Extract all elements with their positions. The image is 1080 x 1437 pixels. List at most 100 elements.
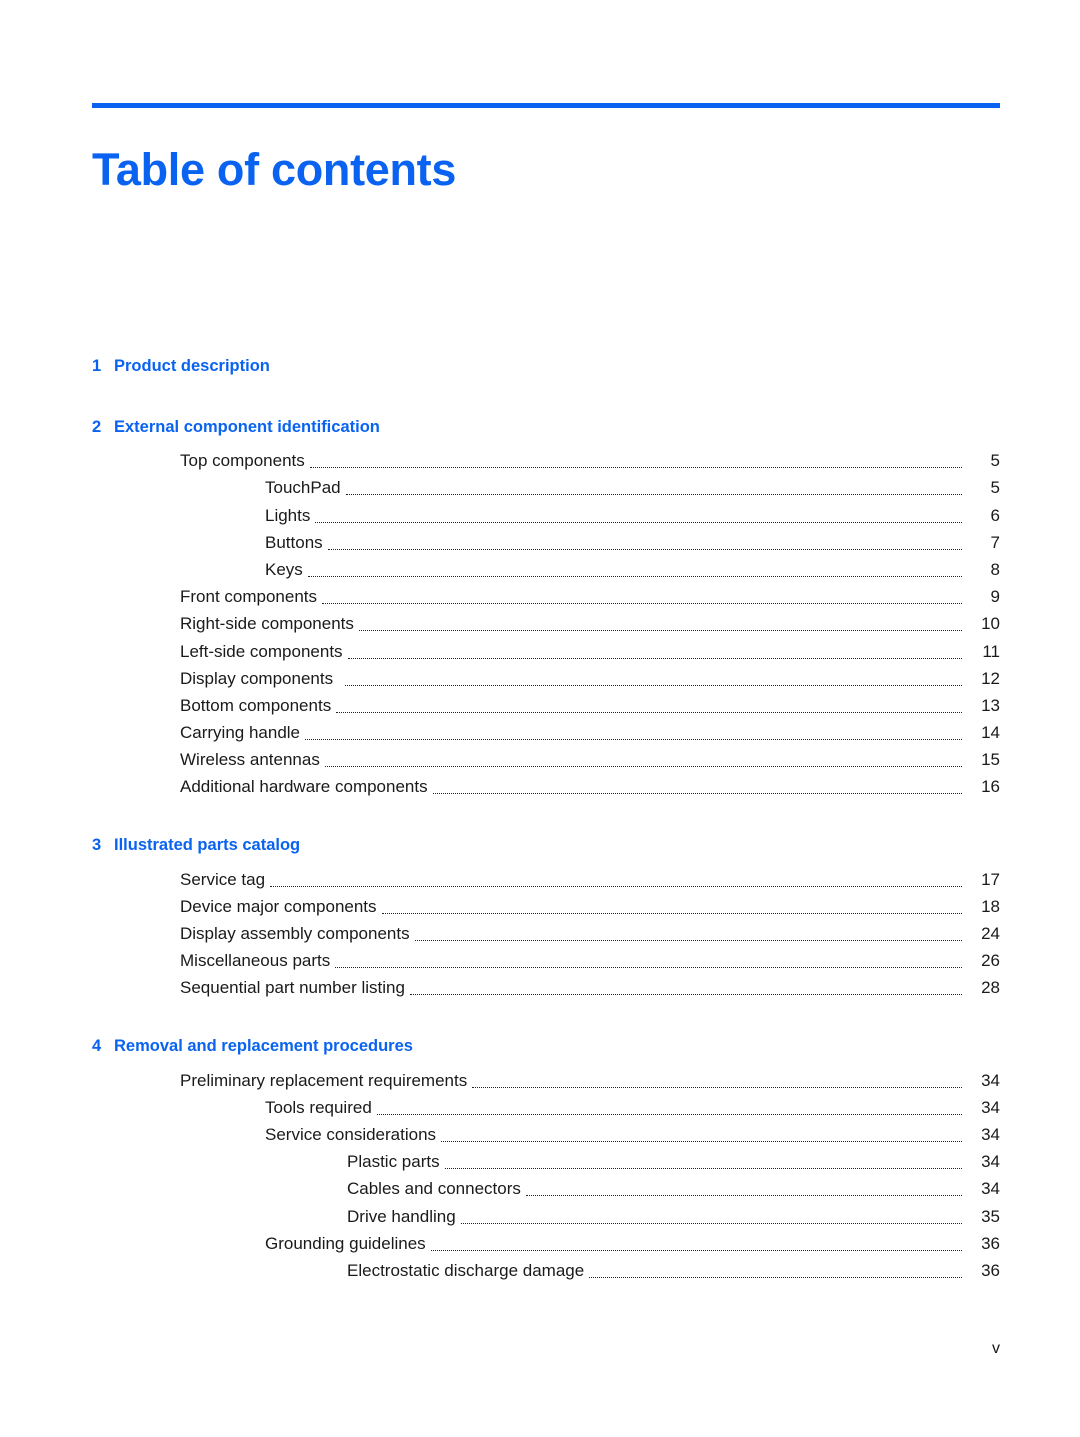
toc-chapter-heading[interactable]: 1 Product description [92, 352, 1000, 380]
toc-entry-label: Service tag [180, 869, 266, 889]
toc-chapter-number: 1 [92, 357, 102, 375]
toc-entry-label: Buttons [265, 532, 323, 552]
toc-entry-label: Right-side components [180, 614, 354, 634]
toc-chapter-heading[interactable]: 3 Illustrated parts catalog [92, 831, 1000, 859]
toc-entry[interactable]: Grounding guidelines 36 [92, 1228, 1000, 1255]
toc-entry[interactable]: Lights 6 [92, 499, 1000, 526]
toc-entry-label: Drive handling [347, 1206, 456, 1226]
toc-entry[interactable]: TouchPad 5 [92, 472, 1000, 499]
toc-entry-label: Front components [180, 587, 318, 607]
toc-entry-page-number: 16 [981, 777, 1000, 797]
toc-entry-label: Sequential part number listing [180, 978, 405, 998]
toc-dot-leader [345, 482, 962, 499]
toc-dot-leader [381, 901, 962, 918]
toc-dot-leader [322, 591, 962, 608]
toc-entry-page-number: 8 [990, 559, 1000, 579]
toc-dot-leader [525, 1183, 962, 1200]
toc-entry[interactable]: Service considerations 34 [92, 1119, 1000, 1146]
toc-entry[interactable]: Left-side components 11 [92, 635, 1000, 662]
toc-entry[interactable]: Bottom components 13 [92, 690, 1000, 717]
toc-chapter-title: Illustrated parts catalog [114, 836, 301, 855]
toc-entry[interactable]: Top components 5 [92, 445, 1000, 472]
toc-chapter-number: 2 [92, 418, 102, 436]
toc-entry-page-number: 9 [990, 587, 1000, 607]
toc-chapter-title: Product description [114, 357, 270, 375]
toc-dot-leader [270, 874, 962, 891]
toc-entry-label: Grounding guidelines [265, 1233, 426, 1253]
toc-entry-label: Electrostatic discharge damage [347, 1260, 585, 1280]
toc-entry-label: Tools required [265, 1097, 372, 1117]
toc-dot-leader [414, 928, 962, 945]
toc-entry[interactable]: Miscellaneous parts 26 [92, 945, 1000, 972]
toc-entry-page-number: 5 [990, 478, 1000, 498]
toc-entry-page-number: 14 [981, 723, 1000, 743]
toc-chapter-heading[interactable]: 4 Removal and replacement procedures [92, 1032, 1000, 1060]
toc-dot-leader [335, 955, 962, 972]
toc-entry-page-number: 5 [990, 451, 1000, 471]
toc-entry[interactable]: Device major components 18 [92, 891, 1000, 918]
toc-dot-leader [305, 727, 962, 744]
toc-entry[interactable]: Display assembly components 24 [92, 918, 1000, 945]
footer-page-number: v [992, 1340, 1000, 1357]
toc-entry[interactable]: Buttons 7 [92, 527, 1000, 554]
toc-entry-label: Plastic parts [347, 1152, 440, 1172]
toc-entry-page-number: 26 [981, 951, 1000, 971]
toc-entry[interactable]: Additional hardware components 16 [92, 771, 1000, 798]
toc-dot-leader [444, 1156, 962, 1173]
toc-dot-leader [307, 564, 962, 581]
toc-entry-page-number: 34 [981, 1179, 1000, 1199]
toc-dot-leader [589, 1265, 962, 1282]
toc-entry-page-number: 12 [981, 668, 1000, 688]
toc-entry-label: Display assembly components [180, 924, 410, 943]
toc-entry-label: Miscellaneous parts [180, 951, 331, 971]
toc-entry-page-number: 35 [981, 1206, 1000, 1226]
toc-entry[interactable]: Carrying handle 14 [92, 717, 1000, 744]
toc-entry-label: Keys [265, 559, 303, 579]
toc-dot-leader [376, 1102, 962, 1119]
toc-entry[interactable]: Cables and connectors 34 [92, 1173, 1000, 1200]
toc-entry-page-number: 10 [981, 614, 1000, 634]
toc-entry-label: Left-side components [180, 641, 343, 661]
toc-entry[interactable]: Wireless antennas 15 [92, 744, 1000, 771]
toc-dot-leader [472, 1075, 962, 1092]
toc-dot-leader [347, 646, 962, 663]
toc-entry[interactable]: Tools required 34 [92, 1092, 1000, 1119]
toc-entry-label: Preliminary replacement requirements [180, 1070, 468, 1090]
toc-dot-leader [430, 1238, 962, 1255]
toc-entry[interactable]: Drive handling 35 [92, 1200, 1000, 1227]
toc-entry-page-number: 7 [990, 532, 1000, 552]
toc-entry[interactable]: Display components 12 [92, 663, 1000, 690]
toc-entry-label: Service considerations [265, 1124, 437, 1144]
toc-entry[interactable]: Sequential part number listing 28 [92, 972, 1000, 999]
toc-entry[interactable]: Keys 8 [92, 554, 1000, 581]
toc-entry[interactable]: Front components 9 [92, 581, 1000, 608]
toc-chapter-number: 4 [92, 1037, 102, 1056]
toc-dot-leader [345, 673, 962, 690]
toc-entry-page-number: 24 [981, 924, 1000, 943]
toc-entry-page-number: 28 [981, 978, 1000, 998]
toc-entry-label: Top components [180, 451, 305, 471]
toc-entry-page-number: 15 [981, 750, 1000, 770]
toc-entry-label: Additional hardware components [180, 777, 428, 797]
toc-entry-page-number: 36 [981, 1260, 1000, 1280]
toc-dot-leader [327, 537, 962, 554]
toc-entry[interactable]: Right-side components 10 [92, 608, 1000, 635]
toc-dot-leader [441, 1129, 962, 1146]
toc-entry-label: Wireless antennas [180, 750, 320, 770]
toc-entry[interactable]: Electrostatic discharge damage 36 [92, 1255, 1000, 1282]
toc-dot-leader [315, 510, 962, 527]
toc-chapter-number: 3 [92, 836, 102, 855]
toc-entry[interactable]: Service tag 17 [92, 863, 1000, 890]
toc-entry[interactable]: Plastic parts 34 [92, 1146, 1000, 1173]
toc-entry-page-number: 11 [982, 641, 1000, 661]
toc-entry-list: Service tag 17 Device major components 18 Di… [92, 863, 1000, 999]
toc-chapter-title: External component identification [114, 418, 380, 436]
toc-entry-label: TouchPad [265, 478, 341, 498]
table-of-contents: 1 Product description 2 External component … [92, 352, 1000, 1282]
toc-entry-list: Preliminary replacement requirements 34 To… [92, 1064, 1000, 1282]
toc-dot-leader [309, 455, 962, 472]
toc-entry[interactable]: Preliminary replacement requirements 34 [92, 1064, 1000, 1091]
toc-entry-label: Carrying handle [180, 723, 301, 743]
toc-chapter-heading[interactable]: 2 External component identification [92, 413, 1000, 441]
toc-entry-page-number: 17 [981, 869, 1000, 889]
